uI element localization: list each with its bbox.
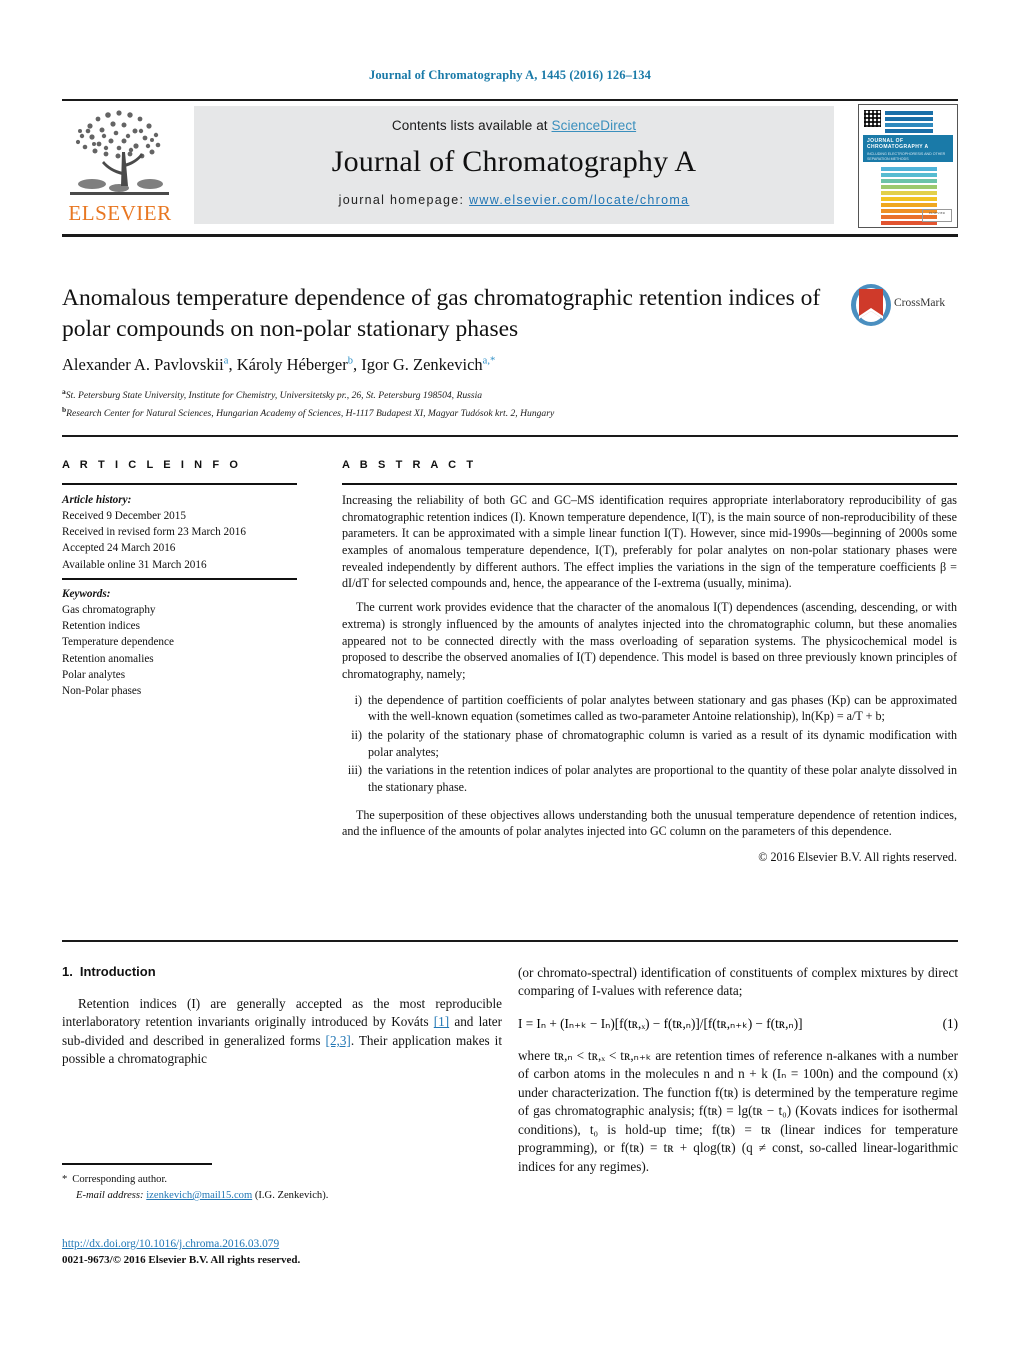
- keyword-item: Retention indices: [62, 620, 140, 633]
- keywords-label: Keywords:: [62, 588, 111, 600]
- email-line: E-mail address: izenkevich@mail15.com (I…: [62, 1188, 502, 1204]
- journal-title: Journal of Chromatography A: [331, 145, 697, 178]
- abstract-paragraph-3: The superposition of these objectives al…: [342, 807, 957, 839]
- header-rule: [62, 99, 958, 101]
- cover-band-subtitle: INCLUDING ELECTROPHORESIS AND OTHER SEPA…: [867, 152, 946, 162]
- corresponding-author-line: * Corresponding author.: [62, 1172, 502, 1188]
- history-item: Available online 31 March 2016: [62, 558, 207, 571]
- abstract-rule: [342, 483, 957, 485]
- list-text: the polarity of the stationary phase of …: [368, 727, 957, 759]
- keyword-item: Retention anomalies: [62, 652, 154, 665]
- corresponding-author-text: Corresponding author.: [72, 1174, 168, 1185]
- contents-line: Contents lists available at ScienceDirec…: [194, 118, 834, 133]
- footnote-rule: [62, 1163, 212, 1165]
- email-owner: (I.G. Zenkevich).: [254, 1189, 329, 1201]
- journal-homepage-link[interactable]: www.elsevier.com/locate/chroma: [469, 193, 689, 207]
- elsevier-wordmark: ELSEVIER: [68, 201, 172, 225]
- doi-link[interactable]: http://dx.doi.org/10.1016/j.chroma.2016.…: [62, 1238, 279, 1250]
- history-item: Accepted 24 March 2016: [62, 542, 176, 555]
- section-title: Introduction: [79, 964, 156, 979]
- body-top-rule: [62, 940, 958, 942]
- issn-copyright-line: 0021-9673/© 2016 Elsevier B.V. All right…: [62, 1253, 301, 1266]
- history-item: Received in revised form 23 March 2016: [62, 526, 246, 539]
- paper-page: Journal of Chromatography A, 1445 (2016)…: [0, 0, 1020, 1351]
- page-title: Anomalous temperature dependence of gas …: [62, 285, 821, 343]
- keywords-rule: [62, 578, 297, 580]
- sciencedirect-link[interactable]: ScienceDirect: [552, 118, 637, 133]
- citation-ref-2[interactable]: [2,3]: [326, 1033, 351, 1048]
- running-head: Journal of Chromatography A, 1445 (2016)…: [368, 68, 651, 82]
- equation-explanation: where tʀ,ₙ < tʀ,ₓ < tʀ,ₙ₊ₖ are retention…: [518, 1047, 958, 1174]
- crossmark-label: CrossMark: [894, 297, 946, 309]
- footnote-block: * Corresponding author. E-mail address: i…: [62, 1172, 502, 1204]
- equation-expression: I = Iₙ + (Iₙ₊ₖ − Iₙ)[f(tʀ,ₓ) − f(tʀ,ₙ)]/…: [518, 1015, 803, 1031]
- list-text: the dependence of partition coefficients…: [368, 692, 957, 724]
- abstract-body: Increasing the reliability of both GC an…: [342, 492, 957, 866]
- keywords-block: Keywords: Gas chromatography Retention i…: [62, 586, 308, 699]
- cover-title-band: JOURNAL OF CHROMATOGRAPHY A INCLUDING EL…: [863, 135, 953, 162]
- abstract-list-item: i) the dependence of partition coefficien…: [342, 692, 957, 725]
- keyword-item: Polar analytes: [62, 668, 126, 681]
- journal-banner: Contents lists available at ScienceDirec…: [194, 106, 834, 224]
- citation-ref-1[interactable]: [1]: [434, 1014, 449, 1029]
- section-heading-introduction: 1. Introduction: [62, 964, 502, 979]
- crossmark-badge[interactable]: CrossMark: [850, 283, 958, 329]
- article-info-heading: A R T I C L E I N F O: [62, 459, 242, 471]
- abstract-list-item: ii) the polarity of the stationary phase …: [342, 727, 957, 760]
- elsevier-tree-icon: [70, 110, 169, 195]
- affiliation-b: bResearch Center for Natural Sciences, H…: [62, 404, 882, 422]
- journal-homepage-line: journal homepage: www.elsevier.com/locat…: [194, 193, 834, 207]
- affiliations: aSt. Petersburg State University, Instit…: [62, 386, 882, 421]
- author-list: Alexander A. Pavlovskiia, Károly Héberge…: [62, 355, 496, 374]
- article-history-label: Article history:: [62, 494, 132, 506]
- journal-cover-thumbnail: JOURNAL OF CHROMATOGRAPHY A INCLUDING EL…: [858, 104, 958, 228]
- elsevier-logo: ELSEVIER: [62, 104, 177, 228]
- abstract-copyright: © 2016 Elsevier B.V. All rights reserved…: [758, 850, 957, 865]
- keyword-item: Non-Polar phases: [62, 684, 142, 697]
- list-text: the variations in the retention indices …: [368, 763, 957, 794]
- keyword-item: Gas chromatography: [62, 604, 156, 617]
- abstract-heading: A B S T R A C T: [342, 459, 477, 471]
- homepage-prefix: journal homepage:: [338, 193, 470, 207]
- equation-1: I = Iₙ + (Iₙ₊ₖ − Iₙ)[f(tʀ,ₓ) − f(tʀ,ₙ)]/…: [518, 1016, 958, 1032]
- abstract-paragraph-1: Increasing the reliability of both GC an…: [342, 493, 957, 591]
- list-marker: ii): [351, 727, 362, 742]
- affiliation-a: aSt. Petersburg State University, Instit…: [62, 386, 882, 404]
- cover-band-title: JOURNAL OF CHROMATOGRAPHY A: [867, 138, 929, 150]
- journal-masthead: ELSEVIER Contents lists available at Sci…: [62, 104, 958, 228]
- info-top-rule: [62, 435, 958, 437]
- equation-number: (1): [942, 1015, 958, 1031]
- crossmark-icon: [851, 284, 891, 326]
- abstract-principles-list: i) the dependence of partition coefficien…: [342, 692, 957, 796]
- section-number: 1.: [62, 964, 73, 979]
- cover-publisher-badge: ELSEVIER: [922, 209, 952, 222]
- abstract-list-item: iii) the variations in the retention indi…: [342, 762, 957, 795]
- affiliation-text-b: Research Center for Natural Sciences, Hu…: [66, 407, 555, 419]
- intro-paragraph-right: (or chromato-spectral) identification of…: [518, 965, 958, 999]
- doi-block: http://dx.doi.org/10.1016/j.chroma.2016.…: [62, 1236, 562, 1268]
- body-column-right: (or chromato-spectral) identification of…: [518, 964, 958, 1176]
- history-item: Received 9 December 2015: [62, 510, 186, 523]
- abstract-paragraph-2: The current work provides evidence that …: [342, 600, 957, 681]
- masthead-bottom-rule: [62, 234, 958, 237]
- affiliation-text-a: St. Petersburg State University, Institu…: [65, 390, 483, 402]
- list-marker: iii): [347, 763, 362, 778]
- asterisk-icon: *: [62, 1174, 68, 1185]
- list-marker: i): [354, 692, 362, 707]
- contents-prefix: Contents lists available at: [391, 118, 552, 133]
- email-link[interactable]: izenkevich@mail15.com: [146, 1190, 252, 1201]
- email-label: E-mail address:: [76, 1189, 144, 1201]
- body-column-left: 1. Introduction Retention indices (I) are…: [62, 964, 502, 1069]
- cover-qr-icon: [864, 110, 881, 127]
- keyword-item: Temperature dependence: [62, 636, 174, 649]
- article-info-rule: [62, 483, 297, 485]
- intro-paragraph-left: Retention indices (I) are generally acce…: [62, 995, 502, 1069]
- article-history: Article history: Received 9 December 201…: [62, 492, 308, 573]
